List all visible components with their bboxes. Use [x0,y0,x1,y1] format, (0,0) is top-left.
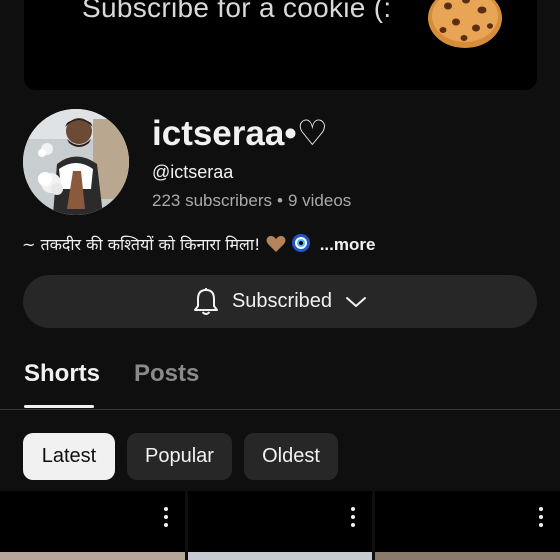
short-card[interactable] [375,491,560,560]
channel-stats: 223 subscribers • 9 videos [152,191,351,211]
cookie-icon [428,0,502,48]
more-options-icon[interactable] [163,507,169,527]
stats-separator: • [277,191,283,210]
more-options-icon[interactable] [538,507,544,527]
channel-handle: @ictseraa [152,162,234,182]
avatar-image [23,109,129,215]
subscribed-label: Subscribed [231,290,333,312]
channel-tabs: Shorts Posts [0,352,560,410]
subscribed-button[interactable]: Subscribed [23,275,537,328]
more-options-icon[interactable] [350,507,356,527]
filter-latest[interactable]: Latest [23,433,115,480]
video-count: 9 videos [287,191,352,210]
chevron-down-icon [346,296,367,307]
tab-shorts[interactable]: Shorts [24,360,100,388]
shorts-grid [0,491,560,560]
subscriber-count: 223 subscribers [152,191,273,210]
active-tab-indicator [24,405,94,408]
bell-icon [193,287,218,315]
channel-avatar[interactable] [23,109,129,215]
more-link[interactable]: ...more [320,235,376,254]
short-thumbnail [375,552,560,560]
channel-description[interactable]: ~ तकदीर की कश्तियों को किनारा मिला! ...m… [22,233,375,255]
channel-name: ictseraa•♡ [152,114,328,153]
brown-heart-icon [266,235,286,252]
filter-oldest[interactable]: Oldest [244,433,338,480]
short-thumbnail [188,552,372,560]
tab-posts[interactable]: Posts [134,360,199,388]
banner-text: Subscribe for a cookie (: [82,0,392,23]
nazar-amulet-icon [291,234,310,252]
short-card[interactable] [0,491,185,560]
channel-banner: Subscribe for a cookie (: [24,0,537,90]
filter-popular[interactable]: Popular [127,433,232,480]
short-card[interactable] [188,491,372,560]
description-text: ~ तकदीर की कश्तियों को किनारा मिला! [22,235,261,254]
short-thumbnail [0,552,185,560]
